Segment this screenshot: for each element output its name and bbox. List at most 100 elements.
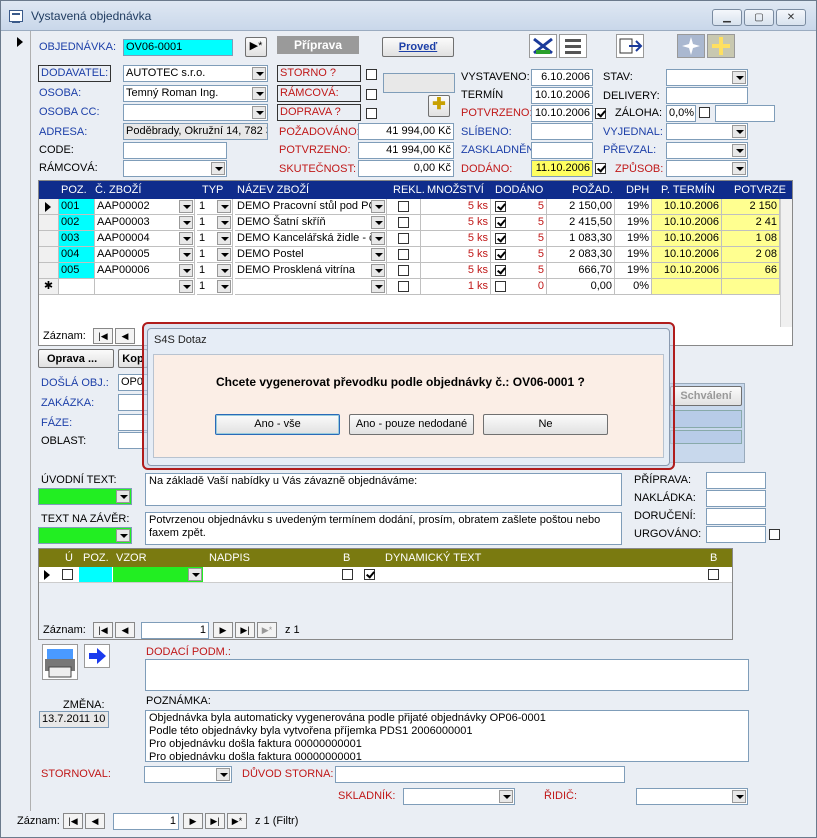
potvr-cell[interactable]: 1 08 [722, 231, 780, 247]
nazev-cell[interactable]: DEMO Kancelářská židle - č [235, 231, 387, 247]
oprava-button[interactable]: Oprava ... [38, 349, 114, 368]
zbozi-cell[interactable]: AAP00002 [95, 199, 195, 215]
dph-cell[interactable]: 19% [615, 247, 652, 263]
pozad-cell[interactable]: 0,00 [547, 279, 615, 295]
typ-cell[interactable]: 1 [197, 231, 233, 247]
poz-cell[interactable]: 001 [59, 199, 95, 215]
nazev-cell[interactable]: DEMO Pracovní stůl pod PC [235, 199, 387, 215]
prevzal-field[interactable] [666, 142, 748, 159]
chevron-down-icon[interactable] [179, 232, 193, 245]
zbozi-cell[interactable]: AAP00004 [95, 231, 195, 247]
skladnik-field[interactable] [403, 788, 515, 805]
nav-position[interactable]: 1 [141, 622, 209, 639]
zaloha-field[interactable]: 0,0% [666, 105, 696, 122]
termin-field[interactable]: 10.10.2006 [531, 87, 593, 104]
b1-checkbox[interactable] [342, 569, 353, 580]
potvrzeno2-field[interactable]: 10.10.2006 [531, 105, 593, 122]
nazev-cell[interactable] [235, 279, 387, 295]
duvod-field[interactable] [335, 766, 625, 783]
zbozi-cell[interactable]: AAP00005 [95, 247, 195, 263]
chevron-down-icon[interactable] [732, 125, 746, 138]
mnozstvi-cell[interactable]: 5 ks [421, 263, 491, 279]
zbozi-cell[interactable]: AAP00003 [95, 215, 195, 231]
poz-cell[interactable]: 003 [59, 231, 95, 247]
rekl-checkbox[interactable] [398, 233, 409, 244]
chevron-down-icon[interactable] [371, 232, 385, 245]
dodano-checkbox[interactable] [495, 249, 506, 260]
row-selector[interactable] [39, 263, 59, 279]
delivery-field[interactable] [666, 87, 748, 104]
chevron-down-icon[interactable] [179, 200, 193, 213]
termin-cell[interactable]: 10.10.2006 [652, 215, 722, 231]
zbozi-cell[interactable] [95, 279, 195, 295]
minimize-button[interactable]: ▁ [712, 9, 742, 26]
dodano-checkbox[interactable] [495, 281, 506, 292]
code-field[interactable] [123, 142, 227, 159]
typ-cell[interactable]: 1 [197, 247, 233, 263]
ano-vse-button[interactable]: Ano - vše [215, 414, 340, 435]
nazev-cell[interactable]: DEMO Postel [235, 247, 387, 263]
potvrzeno-checkbox[interactable] [595, 108, 606, 119]
chevron-down-icon[interactable] [179, 264, 193, 277]
ridic-field[interactable] [636, 788, 748, 805]
mnozstvi-cell[interactable]: 5 ks [421, 215, 491, 231]
chevron-down-icon[interactable] [252, 106, 266, 119]
chevron-down-icon[interactable] [371, 248, 385, 261]
table-row[interactable]: 001 AAP00002 1 DEMO Pracovní stůl pod PC 5 k… [39, 199, 780, 215]
rekl-cell[interactable] [387, 263, 421, 279]
pozad-cell[interactable]: 666,70 [547, 263, 615, 279]
pozad-cell[interactable]: 2 150,00 [547, 199, 615, 215]
stornoval-field[interactable] [144, 766, 232, 783]
chevron-down-icon[interactable] [179, 216, 193, 229]
list-icon[interactable] [559, 34, 587, 58]
chevron-down-icon[interactable] [371, 280, 385, 293]
add-icon[interactable]: ✚ [428, 95, 450, 117]
table-row[interactable]: 004 AAP00005 1 DEMO Postel 5 ks 5 2 083,30 19% 1… [39, 247, 780, 263]
mnozstvi-cell[interactable]: 5 ks [421, 247, 491, 263]
chevron-down-icon[interactable] [217, 248, 231, 261]
stav-field[interactable] [666, 69, 748, 86]
dodano-cell[interactable]: 5 [491, 247, 547, 263]
dyn-checkbox[interactable] [364, 569, 375, 580]
table-row[interactable]: 005 AAP00006 1 DEMO Prosklená vitrína 5 ks 5 6… [39, 263, 780, 279]
row-selector[interactable] [39, 215, 59, 231]
nav-prev-button[interactable]: ◀ [115, 328, 135, 344]
termin-cell[interactable]: 10.10.2006 [652, 263, 722, 279]
chevron-down-icon[interactable] [371, 264, 385, 277]
zbozi-cell[interactable]: AAP00006 [95, 263, 195, 279]
zpusob-field[interactable] [666, 160, 748, 177]
nav-last-button[interactable]: ▶| [235, 622, 255, 638]
record-action-button[interactable]: ▶* [245, 37, 267, 57]
nazev-cell[interactable]: DEMO Šatní skříň [235, 215, 387, 231]
dodano-checkbox[interactable] [495, 217, 506, 228]
dodaci-field[interactable] [145, 659, 749, 691]
row-selector[interactable] [39, 199, 59, 215]
nav-new-button[interactable]: ▶* [257, 622, 277, 638]
nav-position[interactable]: 1 [113, 813, 179, 830]
chevron-down-icon[interactable] [732, 71, 746, 84]
table-row[interactable]: 003 AAP00004 1 DEMO Kancelářská židle - č 5 … [39, 231, 780, 247]
rekl-cell[interactable] [387, 231, 421, 247]
potvr-cell[interactable]: 2 08 [722, 247, 780, 263]
printer-icon[interactable] [42, 644, 78, 680]
schvaleni-button[interactable]: Schválení [670, 386, 742, 406]
u-checkbox[interactable] [62, 569, 73, 580]
chevron-down-icon[interactable] [499, 790, 513, 803]
chevron-down-icon[interactable] [732, 162, 746, 175]
poz-cell[interactable]: 004 [59, 247, 95, 263]
dodano-cell[interactable]: 5 [491, 231, 547, 247]
maximize-button[interactable]: ▢ [744, 9, 774, 26]
chevron-down-icon[interactable] [217, 280, 231, 293]
rekl-checkbox[interactable] [398, 201, 409, 212]
star-icon[interactable] [677, 34, 705, 58]
dodano-field[interactable]: 11.10.2006 [531, 160, 593, 177]
storno-checkbox[interactable] [366, 69, 377, 80]
pozad-cell[interactable]: 2 415,50 [547, 215, 615, 231]
chevron-down-icon[interactable] [217, 232, 231, 245]
doruceni-field[interactable] [706, 508, 766, 525]
typ-cell[interactable]: 1 [197, 215, 233, 231]
rekl-checkbox[interactable] [398, 217, 409, 228]
new-row[interactable]: ✱ 1 1 ks 0 0,00 0% [39, 279, 780, 295]
rekl-cell[interactable] [387, 199, 421, 215]
chevron-down-icon[interactable] [217, 264, 231, 277]
